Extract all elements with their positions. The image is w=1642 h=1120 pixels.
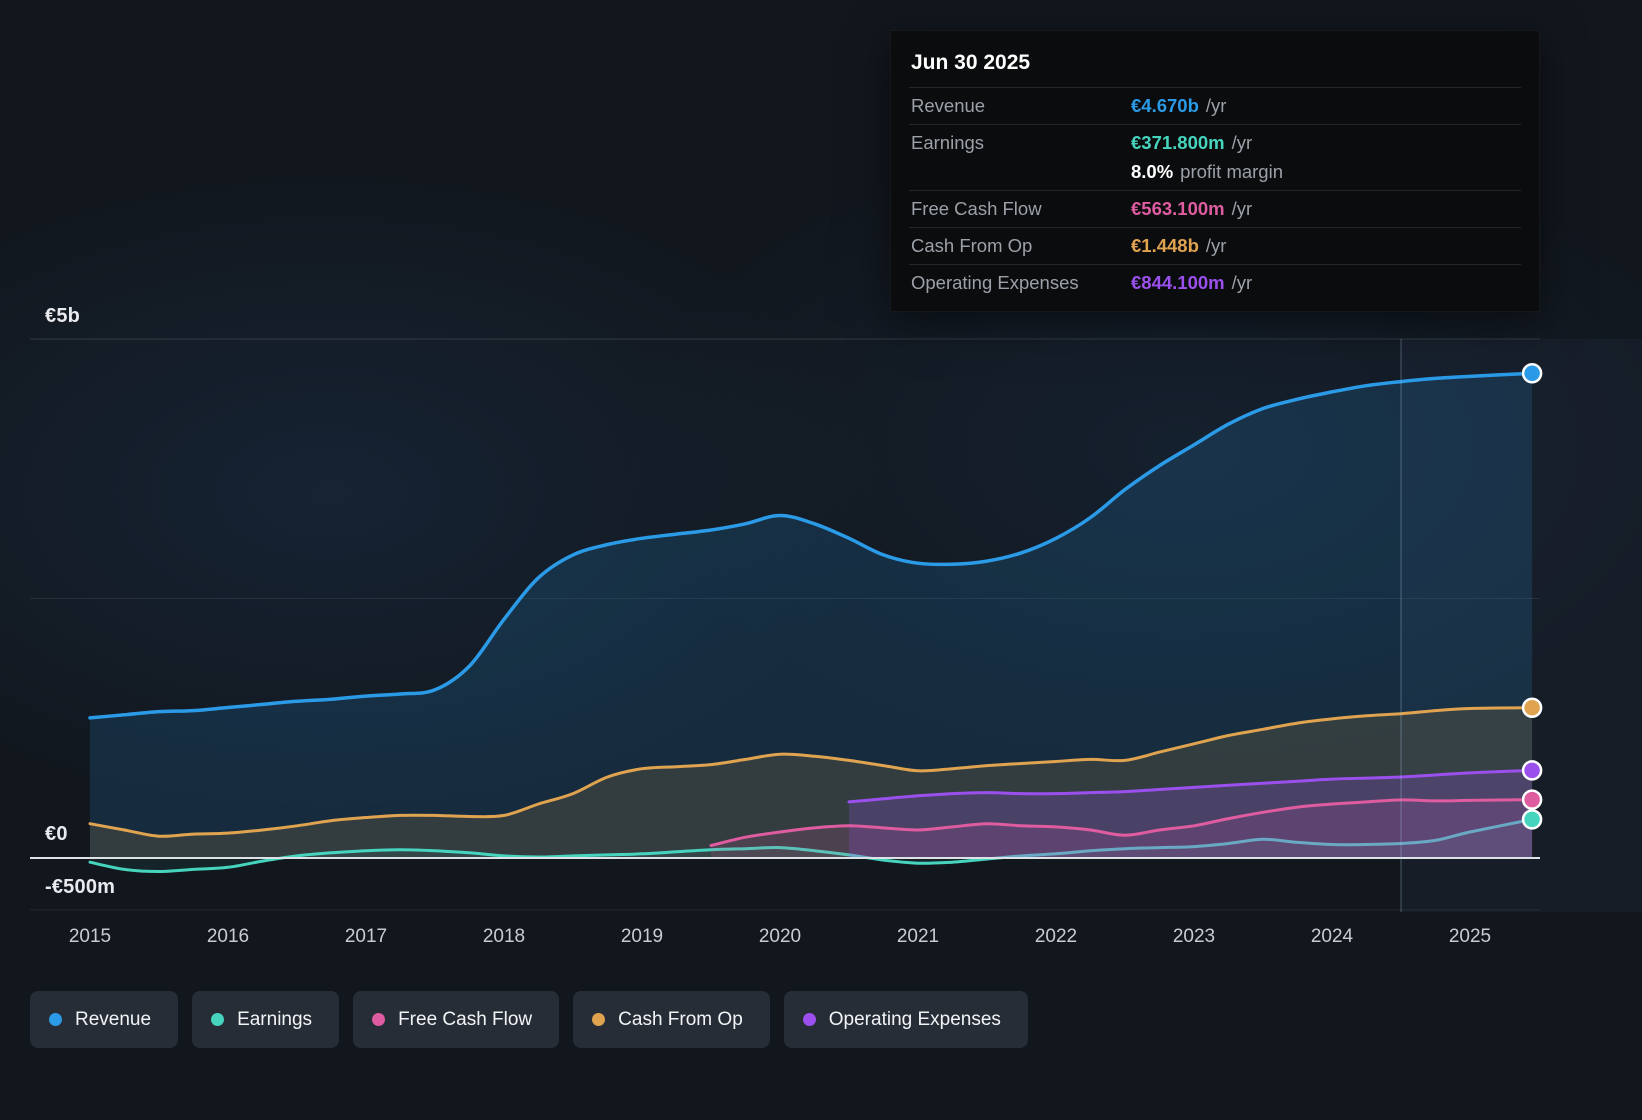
tooltip-value-cash-from-op: €1.448b <box>1131 235 1199 257</box>
tooltip-label-free-cash-flow: Free Cash Flow <box>911 198 1131 220</box>
tooltip-label-cash-from-op: Cash From Op <box>911 235 1131 257</box>
tooltip-suffix-earnings: /yr <box>1232 132 1253 154</box>
revenue-legend-dot-icon <box>49 1013 62 1026</box>
x-tick-2024: 2024 <box>1311 926 1353 948</box>
tooltip-row-revenue: Revenue€4.670b/yr <box>909 87 1521 124</box>
legend-item-free-cash-flow[interactable]: Free Cash Flow <box>353 991 559 1048</box>
free-cash-flow-end-marker[interactable] <box>1523 791 1541 809</box>
tooltip-suffix-cash-from-op: /yr <box>1206 235 1227 257</box>
tooltip-suffix-profit-margin: profit margin <box>1180 161 1283 183</box>
tooltip-label-earnings: Earnings <box>911 132 1131 154</box>
x-tick-2020: 2020 <box>759 926 801 948</box>
legend-item-operating-expenses[interactable]: Operating Expenses <box>784 991 1028 1048</box>
tooltip-row-profit-margin: 8.0% profit margin <box>909 161 1521 190</box>
data-tooltip: Jun 30 2025 Revenue€4.670b/yrEarnings€37… <box>890 30 1540 312</box>
legend-label-cash-from-op: Cash From Op <box>618 1009 743 1031</box>
tooltip-date: Jun 30 2025 <box>909 41 1521 87</box>
tooltip-value-revenue: €4.670b <box>1131 95 1199 117</box>
tooltip-row-operating-expenses: Operating Expenses€844.100m/yr <box>909 264 1521 301</box>
legend-item-earnings[interactable]: Earnings <box>192 991 339 1048</box>
tooltip-value-free-cash-flow: €563.100m <box>1131 198 1225 220</box>
tooltip-value-operating-expenses: €844.100m <box>1131 272 1225 294</box>
legend: Revenue Earnings Free Cash Flow Cash From O… <box>30 991 1028 1048</box>
legend-item-revenue[interactable]: Revenue <box>30 991 178 1048</box>
tooltip-row-earnings: Earnings€371.800m/yr <box>909 124 1521 161</box>
x-tick-2023: 2023 <box>1173 926 1215 948</box>
legend-label-operating-expenses: Operating Expenses <box>829 1009 1001 1031</box>
earnings-legend-dot-icon <box>211 1013 224 1026</box>
x-tick-2022: 2022 <box>1035 926 1077 948</box>
cash-from-op-end-marker[interactable] <box>1523 699 1541 717</box>
tooltip-suffix-free-cash-flow: /yr <box>1232 198 1253 220</box>
legend-label-revenue: Revenue <box>75 1009 151 1031</box>
tooltip-label-revenue: Revenue <box>911 95 1131 117</box>
y-axis-label-top: €5b <box>45 305 80 328</box>
legend-label-free-cash-flow: Free Cash Flow <box>398 1009 532 1031</box>
tooltip-suffix-operating-expenses: /yr <box>1232 272 1253 294</box>
operating-expenses-end-marker[interactable] <box>1523 761 1541 779</box>
x-tick-2019: 2019 <box>621 926 663 948</box>
earnings-end-marker[interactable] <box>1523 810 1541 828</box>
revenue-end-marker[interactable] <box>1523 364 1541 382</box>
x-tick-2018: 2018 <box>483 926 525 948</box>
y-axis-label-negative: -€500m <box>45 876 115 899</box>
tooltip-row-cash-from-op: Cash From Op€1.448b/yr <box>909 227 1521 264</box>
tooltip-suffix-revenue: /yr <box>1206 95 1227 117</box>
x-tick-2017: 2017 <box>345 926 387 948</box>
y-axis-label-zero: €0 <box>45 823 68 846</box>
tooltip-label-operating-expenses: Operating Expenses <box>911 272 1131 294</box>
tooltip-rows: Revenue€4.670b/yrEarnings€371.800m/yr8.0… <box>909 87 1521 301</box>
x-tick-2016: 2016 <box>207 926 249 948</box>
x-tick-2015: 2015 <box>69 926 111 948</box>
operating-expenses-legend-dot-icon <box>803 1013 816 1026</box>
tooltip-value-earnings: €371.800m <box>1131 132 1225 154</box>
legend-label-earnings: Earnings <box>237 1009 312 1031</box>
cash-from-op-legend-dot-icon <box>592 1013 605 1026</box>
x-tick-2021: 2021 <box>897 926 939 948</box>
free-cash-flow-legend-dot-icon <box>372 1013 385 1026</box>
tooltip-value-profit-margin: 8.0% <box>1131 161 1173 183</box>
legend-item-cash-from-op[interactable]: Cash From Op <box>573 991 770 1048</box>
x-tick-2025: 2025 <box>1449 926 1491 948</box>
earnings-revenue-chart-panel: €5b €0 -€500m 2015 2016 2017 2018 2019 2020 20… <box>0 0 1642 1120</box>
tooltip-row-free-cash-flow: Free Cash Flow€563.100m/yr <box>909 190 1521 227</box>
